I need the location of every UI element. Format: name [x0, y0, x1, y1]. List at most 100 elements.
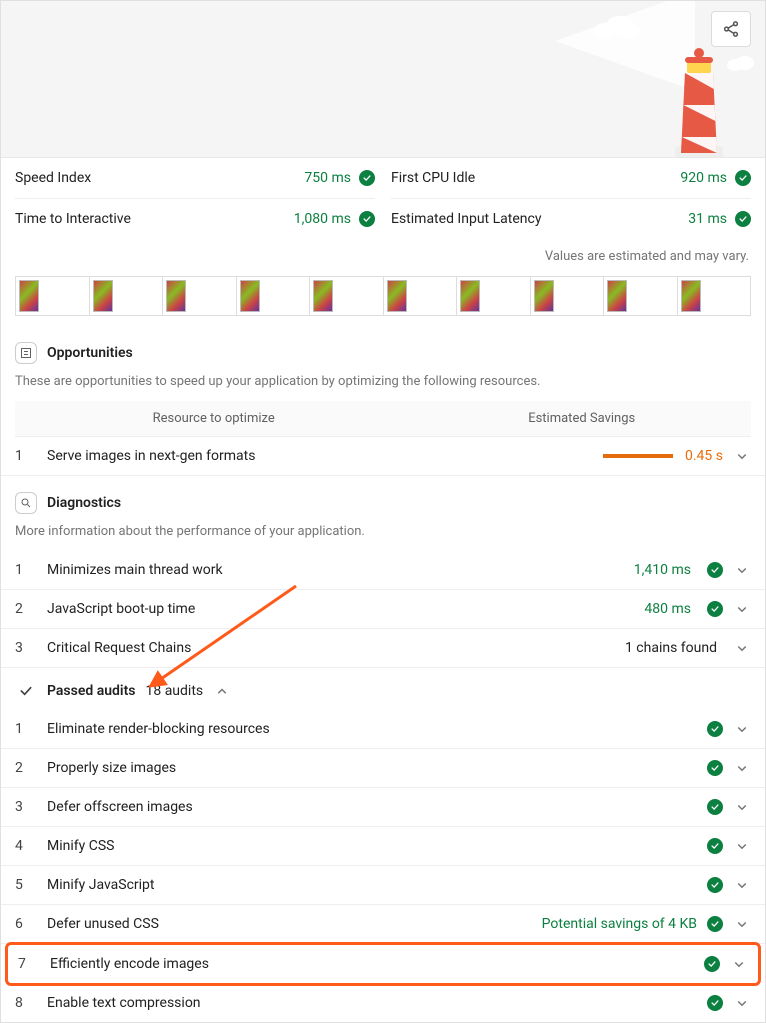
section-title: Opportunities	[47, 345, 133, 361]
filmstrip-frame	[15, 276, 90, 316]
row-index: 1	[15, 448, 37, 464]
diagnostics-header: Diagnostics	[1, 486, 765, 520]
metric-label: Speed Index	[15, 170, 91, 186]
pass-icon	[707, 799, 723, 815]
diagnostic-row[interactable]: 2 JavaScript boot-up time 480 ms	[1, 590, 765, 629]
disclaimer-text: Values are estimated and may vary.	[1, 239, 765, 276]
pass-icon	[704, 956, 720, 972]
passed-audit-row-highlighted[interactable]: 7 Efficiently encode images	[5, 942, 761, 986]
row-index: 7	[18, 956, 40, 972]
row-index: 4	[15, 838, 37, 854]
opportunities-columns: Resource to optimize Estimated Savings	[15, 401, 751, 437]
chevron-down-icon	[733, 837, 751, 855]
metric-row: First CPU Idle 920 ms	[391, 158, 751, 199]
row-index: 3	[15, 640, 37, 656]
metric-value: 750 ms	[304, 170, 351, 186]
row-label: Defer offscreen images	[47, 799, 697, 815]
metric-value: 31 ms	[688, 211, 727, 227]
row-index: 8	[15, 995, 37, 1011]
row-label: Serve images in next-gen formats	[47, 448, 553, 464]
filmstrip-frame	[531, 276, 605, 316]
opportunities-header: Opportunities	[1, 336, 765, 370]
row-index: 6	[15, 916, 37, 932]
passed-audit-row[interactable]: 5 Minify JavaScript	[1, 866, 765, 905]
chevron-down-icon	[733, 798, 751, 816]
pass-icon	[707, 721, 723, 737]
metric-row: Estimated Input Latency 31 ms	[391, 199, 751, 239]
savings-value: 0.45 s	[685, 448, 723, 464]
opportunities-icon	[15, 342, 37, 364]
pass-icon	[735, 211, 751, 227]
section-description: These are opportunities to speed up your…	[1, 370, 765, 401]
cloud-icon	[725, 53, 755, 71]
cloud-icon	[590, 11, 640, 39]
pass-icon	[359, 170, 375, 186]
opportunity-row[interactable]: 1 Serve images in next-gen formats 0.45 …	[1, 437, 765, 476]
check-icon	[15, 680, 37, 702]
passed-audits-header[interactable]: Passed audits 18 audits	[1, 668, 765, 710]
pass-icon	[707, 916, 723, 932]
passed-audit-row[interactable]: 6 Defer unused CSS Potential savings of …	[1, 905, 765, 944]
column-header: Estimated Savings	[412, 401, 751, 436]
row-label: JavaScript boot-up time	[47, 601, 634, 617]
chevron-down-icon	[733, 561, 751, 579]
row-value: 1,410 ms	[634, 562, 691, 578]
chevron-down-icon	[733, 994, 751, 1012]
filmstrip-frame	[457, 276, 531, 316]
row-index: 3	[15, 799, 37, 815]
audit-count: 18 audits	[145, 683, 203, 699]
filmstrip-frame	[604, 276, 678, 316]
pass-icon	[707, 760, 723, 776]
pass-icon	[707, 601, 723, 617]
column-header: Resource to optimize	[15, 401, 412, 436]
chevron-down-icon	[733, 600, 751, 618]
savings-bar	[603, 454, 673, 458]
pass-icon	[735, 170, 751, 186]
section-title: Passed audits	[47, 683, 135, 699]
metric-label: First CPU Idle	[391, 170, 475, 186]
row-index: 5	[15, 877, 37, 893]
filmstrip-frame	[384, 276, 458, 316]
metric-row: Time to Interactive 1,080 ms	[15, 199, 375, 239]
passed-audit-row[interactable]: 8 Enable text compression	[1, 984, 765, 1022]
filmstrip-frame	[163, 276, 237, 316]
row-label: Minimizes main thread work	[47, 562, 624, 578]
filmstrip-frame	[90, 276, 164, 316]
row-index: 2	[15, 601, 37, 617]
metric-value: 1,080 ms	[294, 211, 351, 227]
filmstrip-frame	[237, 276, 311, 316]
section-description: More information about the performance o…	[1, 520, 765, 551]
row-label: Minify JavaScript	[47, 877, 697, 893]
row-label: Minify CSS	[47, 838, 697, 854]
chevron-down-icon	[733, 759, 751, 777]
passed-audit-row[interactable]: 4 Minify CSS	[1, 827, 765, 866]
chevron-down-icon	[733, 915, 751, 933]
row-label: Defer unused CSS	[47, 916, 532, 932]
passed-audit-row[interactable]: 1 Eliminate render-blocking resources	[1, 710, 765, 749]
share-button[interactable]	[711, 11, 751, 47]
chevron-down-icon	[733, 720, 751, 738]
metric-value: 920 ms	[680, 170, 727, 186]
metrics-grid: Speed Index 750 ms Time to Interactive 1…	[1, 158, 765, 239]
filmstrip-frame	[310, 276, 384, 316]
filmstrip	[1, 276, 765, 336]
pass-icon	[707, 995, 723, 1011]
diagnostic-row[interactable]: 3 Critical Request Chains 1 chains found	[1, 629, 765, 668]
row-label: Enable text compression	[47, 995, 697, 1011]
passed-audit-row[interactable]: 3 Defer offscreen images	[1, 788, 765, 827]
chevron-up-icon	[213, 682, 231, 700]
diagnostic-row[interactable]: 1 Minimizes main thread work 1,410 ms	[1, 551, 765, 590]
pass-icon	[707, 562, 723, 578]
metric-label: Estimated Input Latency	[391, 211, 541, 227]
row-extra: Potential savings of 4 KB	[542, 916, 697, 932]
pass-icon	[707, 838, 723, 854]
row-label: Critical Request Chains	[47, 640, 615, 656]
pass-icon	[359, 211, 375, 227]
chevron-down-icon	[733, 447, 751, 465]
report-header	[1, 1, 765, 158]
search-icon	[15, 492, 37, 514]
passed-audit-row[interactable]: 2 Properly size images	[1, 749, 765, 788]
row-value: 1 chains found	[625, 640, 717, 656]
metric-row: Speed Index 750 ms	[15, 158, 375, 199]
share-icon	[722, 20, 740, 38]
